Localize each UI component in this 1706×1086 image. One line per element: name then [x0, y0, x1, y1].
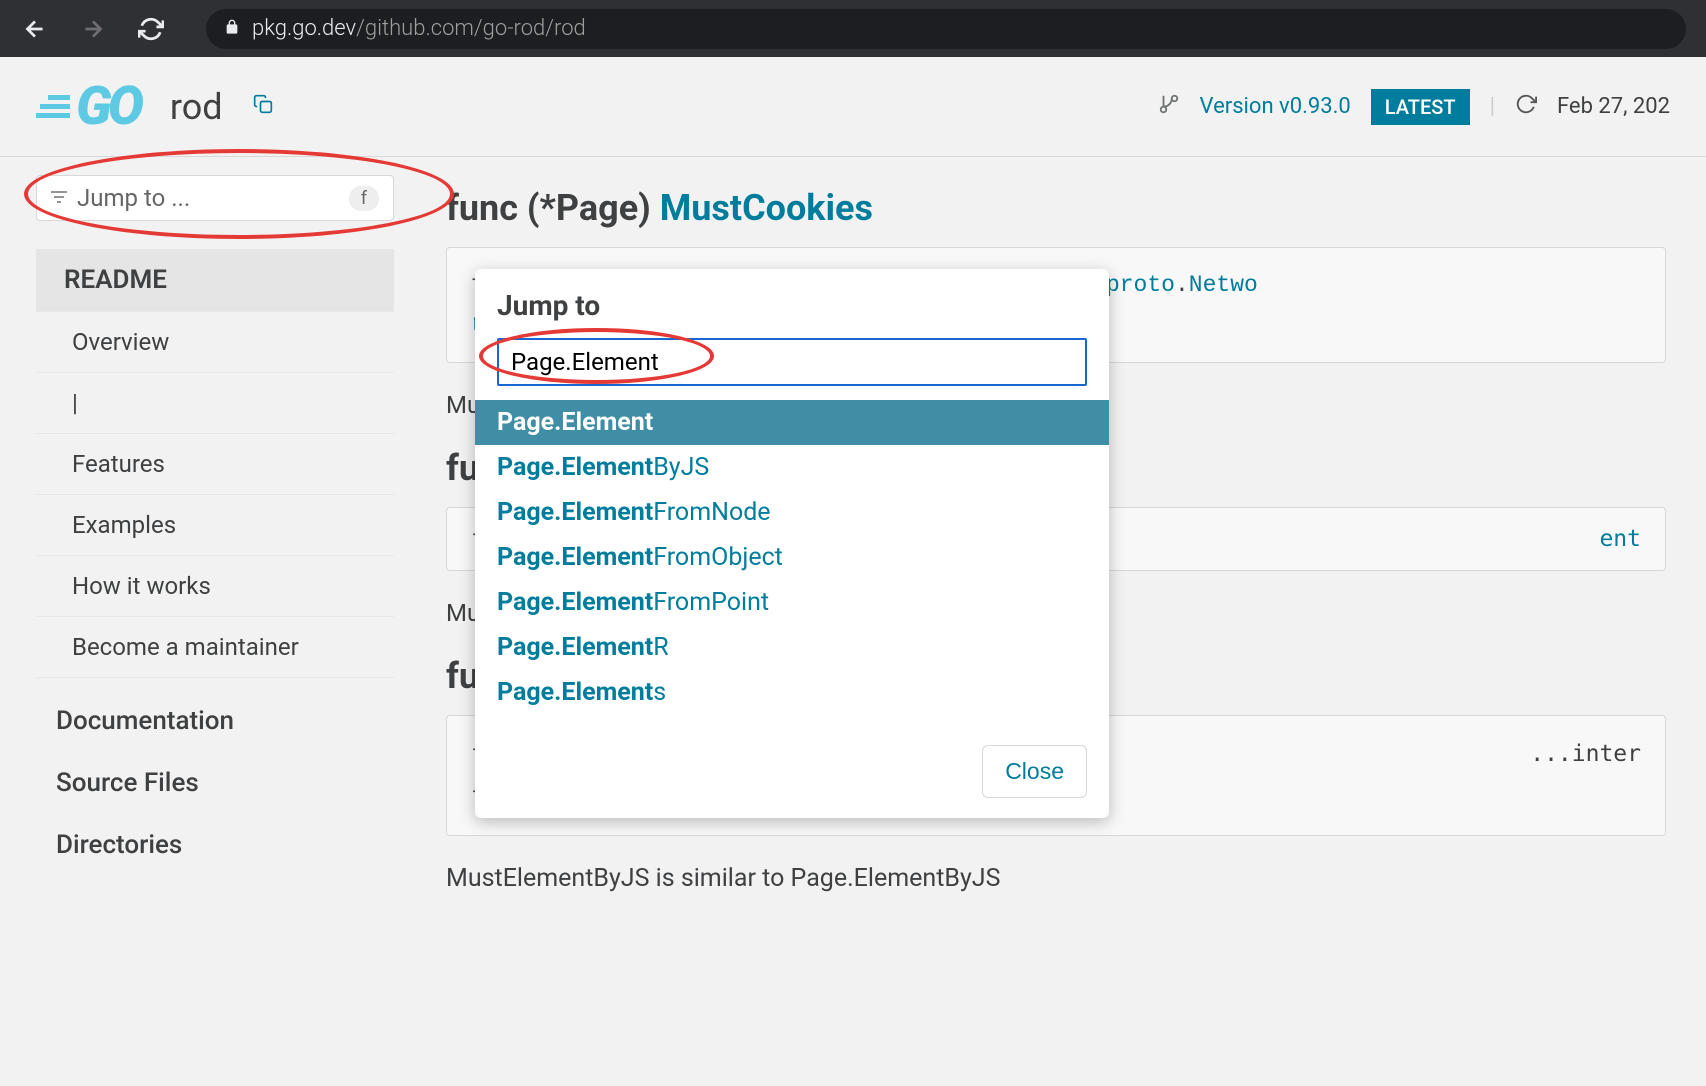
latest-badge: LATEST: [1371, 89, 1470, 125]
func-link[interactable]: MustCookies: [660, 187, 873, 229]
sidebar-item-examples[interactable]: Examples: [36, 495, 394, 556]
result-item[interactable]: Page.Elements: [475, 670, 1109, 715]
modal-title: Jump to: [475, 289, 1109, 338]
copy-icon[interactable]: [253, 94, 273, 119]
result-item[interactable]: Page.ElementFromObject: [475, 535, 1109, 580]
filter-icon: [51, 189, 67, 208]
close-button[interactable]: Close: [982, 745, 1087, 798]
go-logo[interactable]: GO: [36, 75, 140, 138]
jump-to-input[interactable]: [497, 338, 1087, 386]
result-item[interactable]: Page.ElementByJS: [475, 445, 1109, 490]
jump-to-trigger[interactable]: Jump to ... f: [36, 175, 394, 221]
sidebar-item-documentation[interactable]: Documentation: [36, 690, 394, 752]
jump-to-modal: Jump to Page.Element Page.ElementByJS Pa…: [475, 269, 1109, 818]
publish-date: Feb 27, 202: [1557, 94, 1670, 119]
fork-icon: [1158, 93, 1180, 120]
result-item[interactable]: Page.Element: [475, 400, 1109, 445]
package-name: rod: [170, 86, 223, 128]
sidebar-item-readme[interactable]: README: [36, 249, 394, 312]
back-icon[interactable]: [20, 16, 50, 42]
separator: |: [1490, 94, 1495, 119]
browser-toolbar: pkg.go.dev/github.com/go-rod/rod: [0, 0, 1706, 57]
page-header: GO rod Version v0.93.0 LATEST | Feb 27, …: [0, 57, 1706, 157]
forward-icon[interactable]: [78, 16, 108, 42]
reload-icon[interactable]: [136, 16, 166, 42]
result-item[interactable]: Page.ElementR: [475, 625, 1109, 670]
result-item[interactable]: Page.ElementFromPoint: [475, 580, 1109, 625]
sidebar-item-become-maintainer[interactable]: Become a maintainer: [36, 617, 394, 678]
refresh-icon[interactable]: [1515, 93, 1537, 121]
func-heading-mustcookies: func (*Page) MustCookies: [446, 187, 1666, 229]
url-bar[interactable]: pkg.go.dev/github.com/go-rod/rod: [206, 9, 1686, 49]
result-list: Page.Element Page.ElementByJS Page.Eleme…: [475, 400, 1109, 715]
content-area: func (*Page) MustCookies func (p *Page) …: [430, 157, 1706, 913]
sidebar-item-overview[interactable]: Overview: [36, 312, 394, 373]
description-text: MustElementByJS is similar to Page.Eleme…: [446, 864, 1666, 893]
jump-placeholder: Jump to ...: [77, 184, 339, 212]
sidebar-item-directories[interactable]: Directories: [36, 814, 394, 876]
sidebar-item-source-files[interactable]: Source Files: [36, 752, 394, 814]
result-item[interactable]: Page.ElementFromNode: [475, 490, 1109, 535]
sidebar-item-cursor[interactable]: |: [36, 373, 394, 434]
lock-icon: [224, 19, 240, 39]
sidebar-item-how-it-works[interactable]: How it works: [36, 556, 394, 617]
shortcut-key-badge: f: [349, 186, 379, 211]
url-text: pkg.go.dev/github.com/go-rod/rod: [252, 16, 586, 41]
sidebar: Jump to ... f README Overview | Features…: [0, 157, 430, 913]
sidebar-item-features[interactable]: Features: [36, 434, 394, 495]
version-link[interactable]: Version v0.93.0: [1200, 94, 1351, 119]
